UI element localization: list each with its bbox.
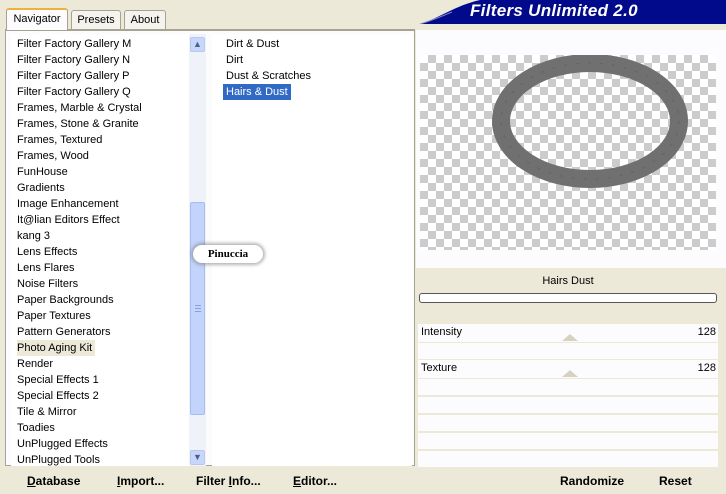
intensity-value: 128 bbox=[697, 326, 716, 338]
scroll-up-button[interactable]: ▲ bbox=[190, 37, 205, 52]
category-list-item[interactable]: Lens Flares bbox=[17, 260, 77, 276]
texture-label: Texture bbox=[421, 362, 458, 374]
category-list-item[interactable]: UnPlugged Tools bbox=[17, 452, 103, 468]
category-list-item[interactable]: Toadies bbox=[17, 420, 58, 436]
category-list-item[interactable]: Special Effects 1 bbox=[17, 372, 102, 388]
texture-slider-thumb[interactable] bbox=[562, 370, 578, 377]
import-button[interactable]: Import... bbox=[117, 472, 164, 490]
texture-value: 128 bbox=[697, 362, 716, 374]
scroll-down-button[interactable]: ▼ bbox=[190, 450, 205, 465]
ring-preview-graphic bbox=[492, 55, 688, 188]
category-list-item[interactable]: Lens Effects bbox=[17, 244, 80, 260]
reset-button[interactable]: Reset bbox=[659, 472, 692, 490]
category-list-item[interactable]: Frames, Wood bbox=[17, 148, 92, 164]
tab-presets[interactable]: Presets bbox=[71, 10, 121, 29]
category-list-item[interactable]: Gradients bbox=[17, 180, 68, 196]
empty-control-row bbox=[418, 397, 718, 413]
category-list[interactable]: Filter Factory Gallery M Filter Factory G… bbox=[11, 34, 189, 466]
tab-navigator[interactable]: Navigator bbox=[6, 8, 68, 30]
scroll-thumb[interactable] bbox=[190, 202, 205, 415]
database-button[interactable]: Database bbox=[27, 472, 80, 490]
category-list-item[interactable]: Noise Filters bbox=[17, 276, 81, 292]
category-list-item[interactable]: Paper Backgrounds bbox=[17, 292, 117, 308]
filter-info-button[interactable]: Filter Info... bbox=[196, 472, 261, 490]
category-list-item[interactable]: Filter Factory Gallery N bbox=[17, 52, 133, 68]
filter-list-item[interactable]: Hairs & Dust bbox=[223, 84, 291, 100]
empty-control-row bbox=[418, 379, 718, 395]
category-list-item[interactable]: Pattern Generators bbox=[17, 324, 114, 340]
intensity-label: Intensity bbox=[421, 326, 462, 338]
editor-button[interactable]: Editor... bbox=[293, 472, 337, 490]
filter-name-label: Hairs Dust bbox=[542, 275, 594, 287]
filter-list-item[interactable]: Dust & Scratches bbox=[223, 68, 314, 84]
category-list-item[interactable]: Filter Factory Gallery Q bbox=[17, 84, 134, 100]
empty-control-row bbox=[418, 451, 718, 467]
category-list-item[interactable]: Image Enhancement bbox=[17, 196, 122, 212]
category-list-item[interactable]: Frames, Marble & Crystal bbox=[17, 100, 145, 116]
progress-bar bbox=[419, 293, 717, 303]
tab-about[interactable]: About bbox=[124, 10, 166, 29]
category-list-item[interactable]: Paper Textures bbox=[17, 308, 94, 324]
category-list-item[interactable]: Tile & Mirror bbox=[17, 404, 79, 420]
intensity-slider-thumb[interactable] bbox=[562, 334, 578, 341]
category-list-item[interactable]: Special Effects 2 bbox=[17, 388, 102, 404]
category-list-item[interactable]: UnPlugged Effects bbox=[17, 436, 111, 452]
category-list-item[interactable]: FunHouse bbox=[17, 164, 71, 180]
category-list-item[interactable]: Render bbox=[17, 356, 56, 372]
watermark-label: Pinuccia bbox=[193, 245, 263, 263]
randomize-button[interactable]: Randomize bbox=[560, 472, 624, 490]
filter-list-item[interactable]: Dirt & Dust bbox=[223, 36, 282, 52]
category-list-item[interactable]: Filter Factory Gallery M bbox=[17, 36, 134, 52]
category-list-item[interactable]: kang 3 bbox=[17, 228, 53, 244]
filter-list-item[interactable]: Dirt bbox=[223, 52, 246, 68]
category-list-item[interactable]: It@lian Editors Effect bbox=[17, 212, 123, 228]
preview-image bbox=[420, 55, 716, 250]
category-list-item[interactable]: Frames, Stone & Granite bbox=[17, 116, 142, 132]
empty-control-row bbox=[418, 343, 718, 359]
category-list-item[interactable]: Filter Factory Gallery P bbox=[17, 68, 132, 84]
category-list-item[interactable]: Photo Aging Kit bbox=[17, 340, 96, 356]
app-title: Filters Unlimited 2.0 bbox=[470, 1, 638, 20]
title-banner: Filters Unlimited 2.0 bbox=[420, 0, 726, 24]
category-list-item[interactable]: Frames, Textured bbox=[17, 132, 105, 148]
empty-control-row bbox=[418, 415, 718, 431]
empty-control-row bbox=[418, 433, 718, 449]
